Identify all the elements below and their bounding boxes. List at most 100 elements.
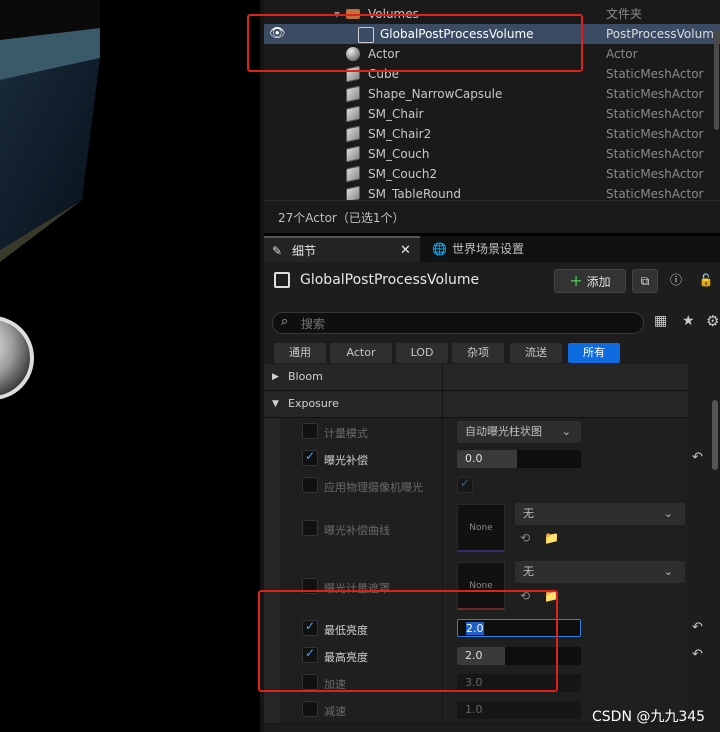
override-checkbox[interactable] (302, 701, 318, 717)
dropdown-value: 自动曝光柱状图 (465, 425, 542, 438)
browse-asset-icon[interactable]: 📁 (544, 531, 559, 545)
reset-to-default-icon[interactable]: ↶ (692, 450, 703, 465)
details-panel: GlobalPostProcessVolume + 添加 ⧉ ⓘ 🔓 ⌕ ▦ ★… (264, 262, 720, 732)
outliner-row-sm-couch[interactable]: SM_Couch StaticMeshActor (264, 144, 720, 164)
outliner-row-volumes[interactable]: ▾ Volumes 文件夹 (264, 4, 720, 24)
speed-down-field[interactable]: 1.0 (457, 701, 581, 719)
curve-thumbnail[interactable]: None (457, 504, 505, 552)
override-checkbox[interactable] (302, 619, 318, 636)
curve-asset-dropdown[interactable]: 无 ⌄ (515, 503, 685, 525)
row-label: SM_Couch (368, 147, 430, 161)
favorite-star-icon[interactable]: ★ (682, 313, 695, 329)
details-tab-bar: ✎ 细节 ✕ 🌐 世界场景设置 (264, 236, 720, 262)
outliner-row-sm-chair2[interactable]: SM_Chair2 StaticMeshActor (264, 124, 720, 144)
row-label: SM_Chair (368, 107, 424, 121)
mask-asset-dropdown[interactable]: 无 ⌄ (515, 561, 685, 583)
row-label: Actor (368, 47, 400, 61)
plus-icon: + (569, 271, 583, 290)
outliner-scrollbar[interactable] (714, 30, 719, 130)
override-checkbox[interactable] (302, 646, 318, 663)
level-viewport[interactable] (0, 0, 262, 732)
prop-label: 计量模式 (324, 427, 368, 440)
section-title: Bloom (288, 370, 323, 383)
search-icon: ⌕ (281, 314, 289, 329)
row-label: SM_Couch2 (368, 167, 438, 181)
search-input[interactable] (299, 315, 633, 333)
row-type: StaticMeshActor (606, 147, 704, 161)
add-component-button[interactable]: + 添加 (554, 269, 626, 293)
outliner-row-shape-narrowcapsule[interactable]: Shape_NarrowCapsule StaticMeshActor (264, 84, 720, 104)
section-exposure[interactable]: ▼ Exposure (264, 391, 688, 418)
use-selected-asset-icon[interactable]: ⟲ (520, 531, 530, 545)
use-selected-asset-icon[interactable]: ⟲ (520, 589, 530, 603)
apply-physical-camera-checkbox[interactable] (457, 476, 473, 493)
outliner-row-sm-chair[interactable]: SM_Chair StaticMeshActor (264, 104, 720, 124)
outliner-row-globalpostprocessvolume[interactable]: 👁 GlobalPostProcessVolume PostProcessVol… (264, 24, 720, 44)
prop-label: 最低亮度 (324, 624, 368, 637)
static-mesh-icon (346, 85, 360, 103)
mask-thumbnail[interactable]: None (457, 562, 505, 610)
override-checkbox[interactable] (302, 520, 318, 536)
prop-max-brightness: 最高亮度 2.0 ↶ (264, 642, 703, 670)
tab-details[interactable]: ✎ 细节 ✕ (264, 236, 420, 262)
prop-exposure-metering-mask: 曝光计量遮罩 None 无 ⌄ ⟲ 📁 (264, 557, 688, 616)
dropdown-value: 无 (523, 565, 534, 578)
override-checkbox[interactable] (302, 578, 318, 594)
pencil-icon: ✎ (272, 244, 283, 258)
row-type: StaticMeshActor (606, 87, 704, 101)
details-search[interactable]: ⌕ (272, 312, 644, 334)
speed-up-field[interactable]: 3.0 (457, 674, 581, 692)
filter-all[interactable]: 所有 (568, 343, 620, 363)
filter-streaming[interactable]: 流送 (510, 343, 562, 363)
static-mesh-icon (346, 105, 360, 123)
reset-to-default-icon[interactable]: ↶ (692, 620, 703, 635)
max-brightness-field[interactable]: 2.0 (457, 647, 581, 665)
collapse-arrow-icon: ▼ (272, 399, 279, 409)
expand-arrow-icon: ▶ (272, 372, 279, 382)
actor-name: GlobalPostProcessVolume (300, 272, 480, 288)
close-tab-icon[interactable]: ✕ (400, 238, 411, 264)
override-checkbox[interactable] (302, 449, 318, 466)
prop-label: 最高亮度 (324, 651, 368, 664)
override-checkbox[interactable] (302, 674, 318, 690)
table-view-icon[interactable]: ▦ (654, 313, 667, 329)
dropdown-value: 无 (523, 507, 534, 520)
field-value: 3.0 (465, 676, 483, 689)
filter-lod[interactable]: LOD (396, 343, 448, 363)
static-mesh-icon (346, 165, 360, 183)
actor-count: 27个Actor（已选1个） (278, 211, 405, 225)
row-type: StaticMeshActor (606, 167, 704, 181)
outliner-row-cube[interactable]: Cube StaticMeshActor (264, 64, 720, 84)
filter-misc[interactable]: 杂项 (452, 343, 504, 363)
outliner-row-actor[interactable]: Actor Actor (264, 44, 720, 64)
reset-to-default-icon[interactable]: ↶ (692, 647, 703, 662)
details-scrollbar[interactable] (712, 400, 718, 470)
metering-mode-dropdown[interactable]: 自动曝光柱状图 ⌄ (457, 421, 581, 443)
blueprint-button[interactable]: ⧉ (632, 269, 658, 293)
watermark: CSDN @九九345 (592, 709, 706, 725)
override-checkbox[interactable] (302, 477, 318, 493)
filter-general[interactable]: 通用 (274, 343, 326, 363)
chevron-down-icon: ⌄ (561, 425, 571, 438)
prop-apply-physical-camera-exposure: 应用物理摄像机曝光 (264, 472, 688, 500)
field-value: 2.0 (465, 649, 483, 662)
lock-button[interactable]: 🔓 (694, 269, 718, 293)
browse-asset-icon[interactable]: 📁 (544, 589, 559, 603)
help-button[interactable]: ⓘ (664, 269, 688, 293)
override-checkbox[interactable] (302, 423, 318, 439)
row-type: PostProcessVolum (606, 27, 714, 41)
preview-sphere (0, 316, 34, 400)
outliner-footer: 27个Actor（已选1个） (264, 200, 720, 233)
section-bloom[interactable]: ▶ Bloom (264, 364, 688, 391)
outliner-row-sm-couch2[interactable]: SM_Couch2 StaticMeshActor (264, 164, 720, 184)
min-brightness-field[interactable]: 2.0 (457, 619, 581, 637)
visibility-eye-icon[interactable]: 👁 (269, 24, 286, 44)
filter-actor[interactable]: Actor (330, 343, 392, 363)
settings-gear-icon[interactable]: ⚙ (706, 312, 719, 330)
world-outliner: ▾ Volumes 文件夹 👁 GlobalPostProcessVolume … (264, 0, 720, 232)
exposure-compensation-field[interactable]: 0.0 (457, 450, 581, 468)
prop-exposure-compensation-curve: 曝光补偿曲线 None 无 ⌄ ⟲ 📁 (264, 499, 688, 558)
viewport-scene (0, 0, 100, 400)
row-type: StaticMeshActor (606, 107, 704, 121)
prop-label: 减速 (324, 705, 346, 718)
